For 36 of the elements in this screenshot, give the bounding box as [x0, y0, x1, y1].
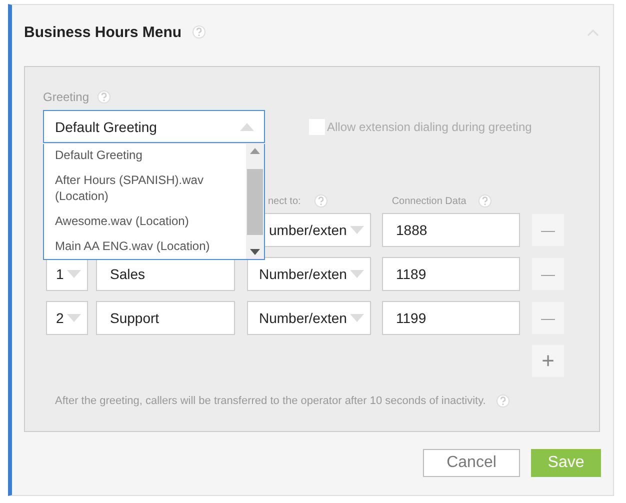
- help-icon[interactable]: [314, 194, 328, 208]
- connection-data-input[interactable]: 1189: [382, 257, 520, 291]
- scroll-down-icon[interactable]: [250, 249, 260, 255]
- cancel-button[interactable]: Cancel: [423, 449, 520, 477]
- caret-icon: [350, 270, 364, 278]
- help-icon[interactable]: [478, 194, 492, 208]
- section-title: Business Hours Menu: [24, 24, 182, 40]
- dropdown-option[interactable]: Awesome.wav (Location): [55, 213, 246, 229]
- connection-data-input[interactable]: 1199: [382, 301, 520, 335]
- scroll-up-icon[interactable]: [250, 148, 260, 154]
- dropdown-option[interactable]: After Hours (SPANISH).wav (Location): [55, 172, 246, 204]
- scrollbar[interactable]: [246, 144, 264, 259]
- chevron-up-icon[interactable]: [587, 28, 599, 36]
- caret-icon: [350, 314, 364, 322]
- connection-data-input[interactable]: 1888: [382, 213, 520, 247]
- column-header: nect to:: [268, 196, 301, 206]
- connect-select[interactable]: Number/exten: [247, 257, 371, 291]
- name-input[interactable]: Support: [96, 301, 235, 335]
- greeting-select[interactable]: Default Greeting: [43, 110, 265, 143]
- caret-icon: [67, 270, 81, 278]
- help-icon[interactable]: [97, 90, 112, 104]
- name-input[interactable]: Sales: [96, 257, 235, 291]
- caret-icon: [67, 314, 81, 322]
- info-text: After the greeting, callers will be transferred to the operator after 10 seconds of inactivity.: [55, 395, 486, 407]
- checkbox-label: Allow extension dialing during greeting: [327, 120, 532, 134]
- key-select[interactable]: 2: [46, 301, 88, 335]
- help-icon[interactable]: [496, 394, 510, 408]
- dropdown-option[interactable]: Default Greeting: [55, 147, 246, 163]
- key-select[interactable]: 1: [46, 257, 88, 291]
- caret-icon: [350, 226, 364, 234]
- help-icon[interactable]: [192, 25, 206, 39]
- dropdown-option[interactable]: Main AA ENG.wav (Location): [55, 238, 246, 254]
- column-header: Connection Data: [392, 196, 466, 206]
- connect-select[interactable]: Number/exten: [247, 301, 371, 335]
- caret-icon: [240, 122, 254, 130]
- field-label: Greeting: [43, 90, 90, 104]
